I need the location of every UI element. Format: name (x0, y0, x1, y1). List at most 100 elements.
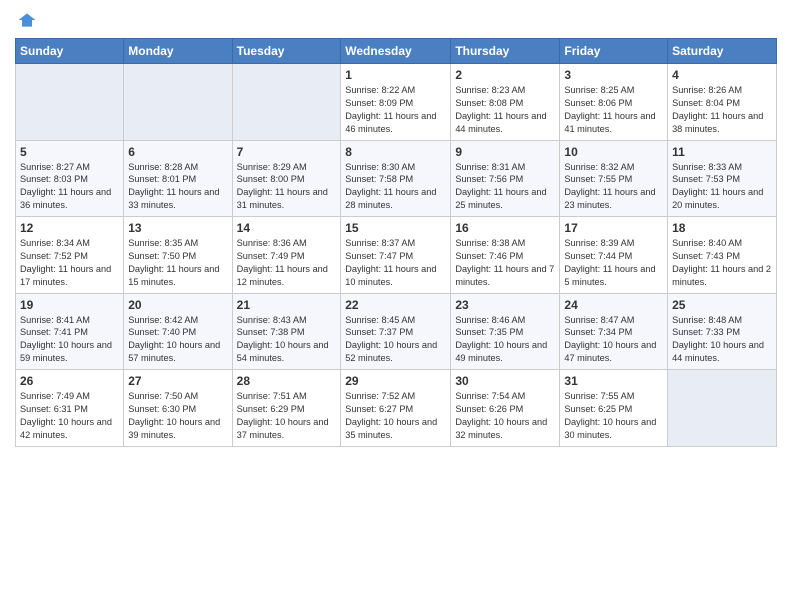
day-info: Sunrise: 8:36 AM Sunset: 7:49 PM Dayligh… (237, 237, 337, 289)
calendar-cell: 19 Sunrise: 8:41 AM Sunset: 7:41 PM Dayl… (16, 293, 124, 370)
day-info: Sunrise: 8:23 AM Sunset: 8:08 PM Dayligh… (455, 84, 555, 136)
calendar: SundayMondayTuesdayWednesdayThursdayFrid… (15, 38, 777, 447)
weekday-header-row: SundayMondayTuesdayWednesdayThursdayFrid… (16, 39, 777, 64)
day-number: 21 (237, 298, 337, 312)
sunset: Sunset: 7:58 PM (345, 174, 413, 184)
calendar-week-row: 1 Sunrise: 8:22 AM Sunset: 8:09 PM Dayli… (16, 64, 777, 141)
sunrise: Sunrise: 8:28 AM (128, 162, 198, 172)
sunrise: Sunrise: 7:55 AM (564, 391, 634, 401)
day-info: Sunrise: 7:52 AM Sunset: 6:27 PM Dayligh… (345, 390, 446, 442)
calendar-cell: 16 Sunrise: 8:38 AM Sunset: 7:46 PM Dayl… (451, 217, 560, 294)
calendar-cell: 29 Sunrise: 7:52 AM Sunset: 6:27 PM Dayl… (341, 370, 451, 447)
calendar-cell: 17 Sunrise: 8:39 AM Sunset: 7:44 PM Dayl… (560, 217, 668, 294)
day-info: Sunrise: 8:30 AM Sunset: 7:58 PM Dayligh… (345, 161, 446, 213)
daylight: Daylight: 10 hours and 49 minutes. (455, 340, 547, 363)
calendar-cell: 15 Sunrise: 8:37 AM Sunset: 7:47 PM Dayl… (341, 217, 451, 294)
day-number: 5 (20, 145, 119, 159)
day-number: 8 (345, 145, 446, 159)
sunrise: Sunrise: 7:54 AM (455, 391, 525, 401)
sunset: Sunset: 7:44 PM (564, 251, 632, 261)
day-number: 9 (455, 145, 555, 159)
day-number: 22 (345, 298, 446, 312)
day-info: Sunrise: 8:22 AM Sunset: 8:09 PM Dayligh… (345, 84, 446, 136)
sunrise: Sunrise: 8:31 AM (455, 162, 525, 172)
sunrise: Sunrise: 8:42 AM (128, 315, 198, 325)
sunrise: Sunrise: 8:46 AM (455, 315, 525, 325)
daylight: Daylight: 10 hours and 30 minutes. (564, 417, 656, 440)
calendar-cell: 25 Sunrise: 8:48 AM Sunset: 7:33 PM Dayl… (668, 293, 777, 370)
day-number: 10 (564, 145, 663, 159)
sunrise: Sunrise: 8:27 AM (20, 162, 90, 172)
daylight: Daylight: 11 hours and 31 minutes. (237, 187, 328, 210)
calendar-cell: 14 Sunrise: 8:36 AM Sunset: 7:49 PM Dayl… (232, 217, 341, 294)
daylight: Daylight: 11 hours and 17 minutes. (20, 264, 111, 287)
day-number: 13 (128, 221, 227, 235)
day-number: 6 (128, 145, 227, 159)
day-number: 2 (455, 68, 555, 82)
day-number: 19 (20, 298, 119, 312)
day-number: 26 (20, 374, 119, 388)
daylight: Daylight: 11 hours and 7 minutes. (455, 264, 554, 287)
daylight: Daylight: 10 hours and 54 minutes. (237, 340, 329, 363)
day-info: Sunrise: 8:27 AM Sunset: 8:03 PM Dayligh… (20, 161, 119, 213)
weekday-header: Tuesday (232, 39, 341, 64)
sunset: Sunset: 7:46 PM (455, 251, 523, 261)
daylight: Daylight: 11 hours and 5 minutes. (564, 264, 655, 287)
sunset: Sunset: 7:49 PM (237, 251, 305, 261)
day-number: 17 (564, 221, 663, 235)
sunrise: Sunrise: 8:36 AM (237, 238, 307, 248)
day-number: 23 (455, 298, 555, 312)
day-number: 3 (564, 68, 663, 82)
daylight: Daylight: 10 hours and 59 minutes. (20, 340, 112, 363)
daylight: Daylight: 10 hours and 39 minutes. (128, 417, 220, 440)
sunset: Sunset: 8:08 PM (455, 98, 523, 108)
sunrise: Sunrise: 8:35 AM (128, 238, 198, 248)
daylight: Daylight: 11 hours and 2 minutes. (672, 264, 771, 287)
sunset: Sunset: 6:30 PM (128, 404, 196, 414)
calendar-cell: 22 Sunrise: 8:45 AM Sunset: 7:37 PM Dayl… (341, 293, 451, 370)
calendar-cell (124, 64, 232, 141)
daylight: Daylight: 10 hours and 42 minutes. (20, 417, 112, 440)
day-info: Sunrise: 7:49 AM Sunset: 6:31 PM Dayligh… (20, 390, 119, 442)
day-number: 20 (128, 298, 227, 312)
sunrise: Sunrise: 7:50 AM (128, 391, 198, 401)
day-number: 15 (345, 221, 446, 235)
calendar-cell: 5 Sunrise: 8:27 AM Sunset: 8:03 PM Dayli… (16, 140, 124, 217)
calendar-cell (232, 64, 341, 141)
daylight: Daylight: 11 hours and 15 minutes. (128, 264, 219, 287)
day-info: Sunrise: 8:35 AM Sunset: 7:50 PM Dayligh… (128, 237, 227, 289)
calendar-week-row: 5 Sunrise: 8:27 AM Sunset: 8:03 PM Dayli… (16, 140, 777, 217)
sunrise: Sunrise: 8:34 AM (20, 238, 90, 248)
sunset: Sunset: 8:06 PM (564, 98, 632, 108)
day-number: 4 (672, 68, 772, 82)
sunrise: Sunrise: 7:51 AM (237, 391, 307, 401)
day-info: Sunrise: 8:41 AM Sunset: 7:41 PM Dayligh… (20, 314, 119, 366)
calendar-cell: 9 Sunrise: 8:31 AM Sunset: 7:56 PM Dayli… (451, 140, 560, 217)
daylight: Daylight: 11 hours and 23 minutes. (564, 187, 655, 210)
sunrise: Sunrise: 8:45 AM (345, 315, 415, 325)
weekday-header: Monday (124, 39, 232, 64)
sunrise: Sunrise: 8:26 AM (672, 85, 742, 95)
calendar-cell: 31 Sunrise: 7:55 AM Sunset: 6:25 PM Dayl… (560, 370, 668, 447)
sunset: Sunset: 6:25 PM (564, 404, 632, 414)
calendar-cell: 7 Sunrise: 8:29 AM Sunset: 8:00 PM Dayli… (232, 140, 341, 217)
day-info: Sunrise: 8:34 AM Sunset: 7:52 PM Dayligh… (20, 237, 119, 289)
calendar-cell: 6 Sunrise: 8:28 AM Sunset: 8:01 PM Dayli… (124, 140, 232, 217)
daylight: Daylight: 11 hours and 46 minutes. (345, 111, 436, 134)
sunrise: Sunrise: 7:52 AM (345, 391, 415, 401)
day-number: 16 (455, 221, 555, 235)
sunrise: Sunrise: 8:47 AM (564, 315, 634, 325)
daylight: Daylight: 11 hours and 12 minutes. (237, 264, 328, 287)
sunset: Sunset: 6:31 PM (20, 404, 88, 414)
sunrise: Sunrise: 8:39 AM (564, 238, 634, 248)
sunrise: Sunrise: 8:29 AM (237, 162, 307, 172)
sunset: Sunset: 6:29 PM (237, 404, 305, 414)
daylight: Daylight: 10 hours and 37 minutes. (237, 417, 329, 440)
day-info: Sunrise: 8:47 AM Sunset: 7:34 PM Dayligh… (564, 314, 663, 366)
day-info: Sunrise: 8:43 AM Sunset: 7:38 PM Dayligh… (237, 314, 337, 366)
daylight: Daylight: 11 hours and 36 minutes. (20, 187, 111, 210)
day-info: Sunrise: 7:54 AM Sunset: 6:26 PM Dayligh… (455, 390, 555, 442)
day-info: Sunrise: 8:40 AM Sunset: 7:43 PM Dayligh… (672, 237, 772, 289)
sunrise: Sunrise: 7:49 AM (20, 391, 90, 401)
daylight: Daylight: 10 hours and 44 minutes. (672, 340, 764, 363)
